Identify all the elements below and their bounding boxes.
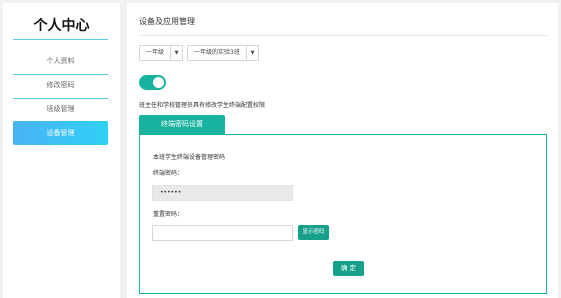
main-panel: 设备及应用管理 一年级 ▼ 一年级的实验3班 ▼ 班主任和学校管理员具有修改学生… bbox=[127, 3, 558, 298]
class-select[interactable]: 一年级的实验3班 ▼ bbox=[187, 45, 259, 61]
terminal-password-panel: 本班学生终端设备管理密码 终端密码： •••••• 重置密码： 显示密码 确 定 bbox=[139, 134, 547, 294]
page-title: 设备及应用管理 bbox=[139, 17, 195, 26]
chevron-down-icon: ▼ bbox=[246, 46, 258, 60]
sidebar-item-change-password[interactable]: 修改密码 bbox=[13, 72, 108, 98]
class-select-value: 一年级的实验3班 bbox=[194, 49, 240, 56]
terminal-password-label: 终端密码： bbox=[153, 170, 184, 177]
terminal-password-field: •••••• bbox=[152, 185, 293, 201]
tab-terminal-password[interactable]: 终端密码设置 bbox=[139, 115, 225, 134]
reset-password-field[interactable] bbox=[152, 225, 293, 241]
sidebar-item-device-management[interactable]: 设备管理 bbox=[13, 121, 108, 145]
section-title: 本班学生终端设备管理密码 bbox=[153, 154, 226, 161]
chevron-down-icon: ▼ bbox=[170, 46, 182, 60]
title-divider bbox=[139, 35, 547, 36]
sidebar-item-profile[interactable]: 个人资料 bbox=[13, 48, 108, 74]
show-password-button[interactable]: 显示密码 bbox=[298, 225, 329, 240]
permission-hint: 班主任和学校管理员具有修改学生终端配置权限 bbox=[139, 102, 266, 109]
sidebar: 个人中心 个人资料 修改密码 班级管理 设备管理 bbox=[3, 3, 120, 298]
sidebar-item-class-management[interactable]: 班级管理 bbox=[13, 96, 108, 122]
grade-select[interactable]: 一年级 ▼ bbox=[139, 45, 183, 61]
confirm-button[interactable]: 确 定 bbox=[333, 261, 364, 276]
terminal-config-toggle[interactable] bbox=[139, 75, 166, 90]
sidebar-title: 个人中心 bbox=[33, 18, 90, 34]
toggle-knob bbox=[153, 77, 164, 88]
grade-select-value: 一年级 bbox=[146, 49, 165, 56]
reset-password-label: 重置密码： bbox=[153, 211, 184, 218]
sidebar-divider bbox=[13, 39, 108, 40]
